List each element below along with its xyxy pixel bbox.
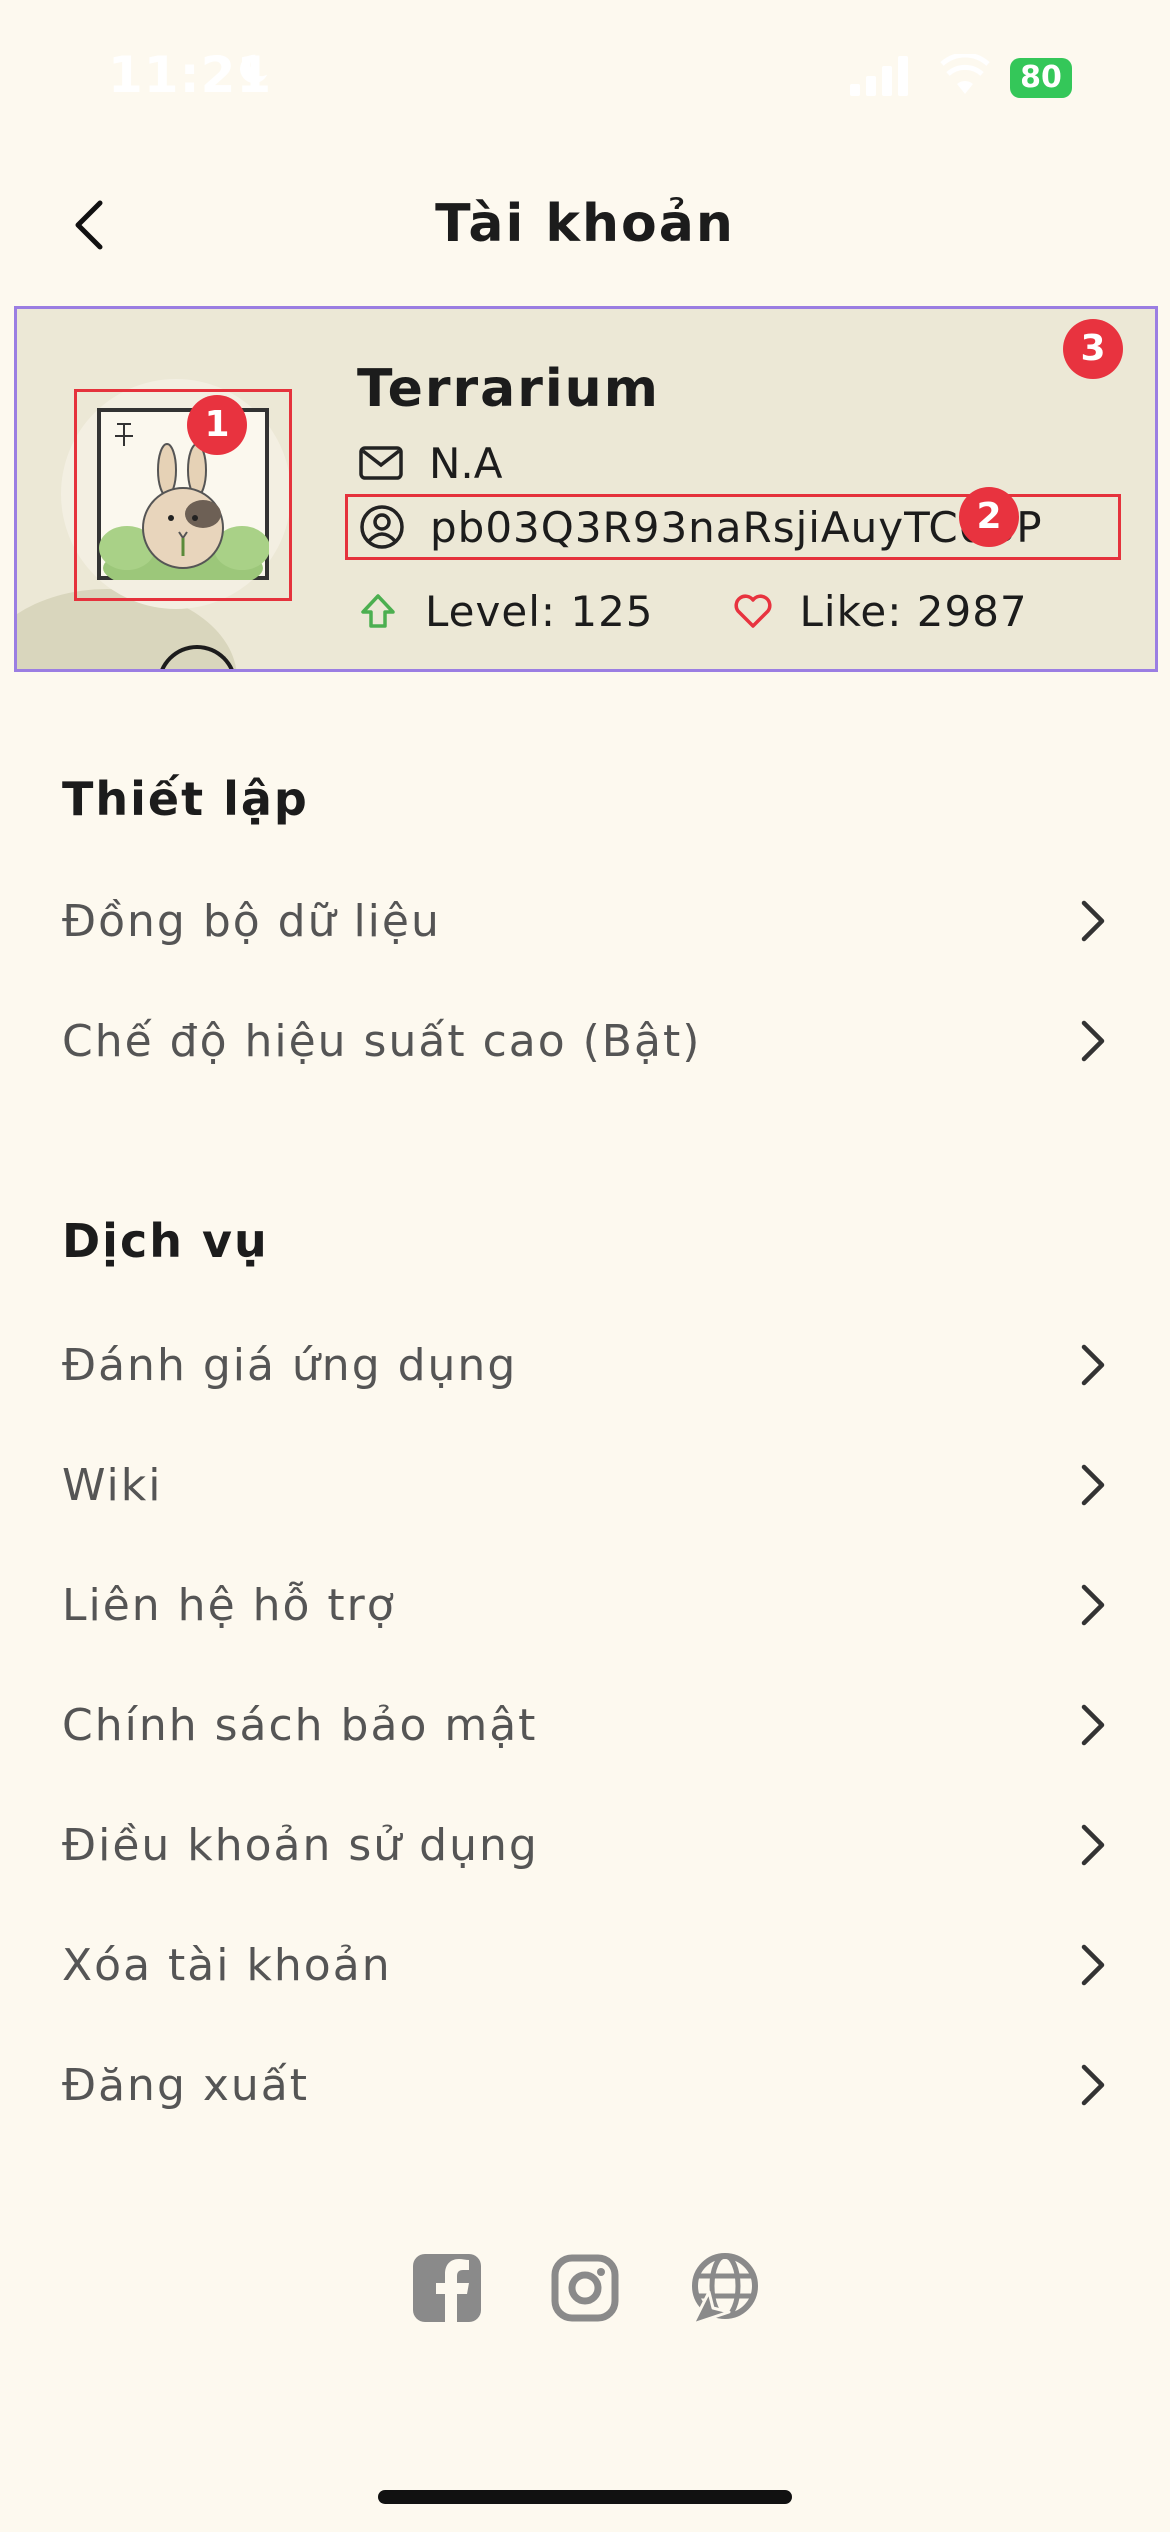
menu-item-label: Liên hệ hỗ trợ [62, 1579, 396, 1631]
annotation-badge-1: 1 [187, 395, 247, 455]
heart-icon [734, 594, 772, 628]
profile-likes: Like: 2987 [799, 586, 1028, 636]
home-indicator [378, 2490, 792, 2504]
services-title: Dịch vụ [62, 1214, 269, 1268]
services-section: Dịch vụ Đánh giá ứng dụng Wiki Liên hệ h… [0, 1174, 1170, 2144]
chevron-right-icon [1081, 1464, 1105, 1506]
nav-header: Tài khoản [0, 180, 1170, 270]
email-row: N.A [357, 433, 503, 493]
menu-item-label: Wiki [62, 1459, 163, 1511]
profile-email: N.A [429, 438, 503, 488]
chevron-right-icon [1081, 1344, 1105, 1386]
menu-item-terms-of-use[interactable]: Điều khoản sử dụng [62, 1800, 1112, 1890]
signal-icon [850, 56, 908, 96]
profile-card[interactable]: 1 Terrarium N.A pb03Q3R93naRsjiAuyTC0BP … [14, 306, 1158, 672]
chevron-right-icon [1081, 1824, 1105, 1866]
instagram-icon[interactable] [545, 2248, 625, 2328]
menu-item-label: Chế độ hiệu suất cao (Bật) [62, 1015, 702, 1067]
chevron-right-icon [1081, 900, 1105, 942]
facebook-icon[interactable] [407, 2248, 487, 2328]
avatar[interactable] [74, 389, 292, 601]
chevron-right-icon [1081, 1944, 1105, 1986]
menu-item-rate-app[interactable]: Đánh giá ứng dụng [62, 1320, 1112, 1410]
social-links [0, 2248, 1170, 2328]
annotation-badge-3: 3 [1063, 319, 1123, 379]
menu-item-label: Xóa tài khoản [62, 1939, 392, 1991]
menu-item-privacy-policy[interactable]: Chính sách bảo mật [62, 1680, 1112, 1770]
menu-item-label: Chính sách bảo mật [62, 1699, 538, 1751]
menu-item-contact-support[interactable]: Liên hệ hỗ trợ [62, 1560, 1112, 1650]
menu-item-label: Đồng bộ dữ liệu [62, 895, 441, 947]
moon-icon [240, 54, 268, 84]
chevron-right-icon [1081, 1704, 1105, 1746]
level-up-icon [361, 594, 395, 628]
menu-item-label: Đăng xuất [62, 2059, 310, 2111]
menu-item-delete-account[interactable]: Xóa tài khoản [62, 1920, 1112, 2010]
menu-item-logout[interactable]: Đăng xuất [62, 2040, 1112, 2130]
menu-item-wiki[interactable]: Wiki [62, 1440, 1112, 1530]
profile-level: Level: 125 [425, 586, 654, 636]
menu-item-label: Điều khoản sử dụng [62, 1819, 539, 1871]
page-title: Tài khoản [435, 194, 735, 254]
menu-item-sync-data[interactable]: Đồng bộ dữ liệu [62, 876, 1112, 966]
mail-icon [359, 446, 403, 480]
wifi-icon [940, 54, 990, 94]
menu-item-label: Đánh giá ứng dụng [62, 1339, 518, 1391]
status-bar: 11:21 80 [0, 0, 1170, 150]
annotation-badge-2: 2 [959, 487, 1019, 547]
chevron-right-icon [1081, 2064, 1105, 2106]
website-icon[interactable] [683, 2248, 763, 2328]
settings-title: Thiết lập [62, 772, 309, 826]
battery-indicator: 80 [1010, 58, 1072, 98]
profile-name: Terrarium [357, 359, 660, 419]
chevron-right-icon [1081, 1020, 1105, 1062]
chevron-right-icon [1081, 1584, 1105, 1626]
user-circle-icon [360, 505, 404, 549]
stats-row: Level: 125 Like: 2987 [357, 581, 1028, 641]
settings-section: Thiết lập Đồng bộ dữ liệu Chế độ hiệu su… [0, 730, 1170, 1116]
profile-user-id: pb03Q3R93naRsjiAuyTC0BP [430, 502, 1043, 552]
menu-item-high-performance[interactable]: Chế độ hiệu suất cao (Bật) [62, 996, 1112, 1086]
